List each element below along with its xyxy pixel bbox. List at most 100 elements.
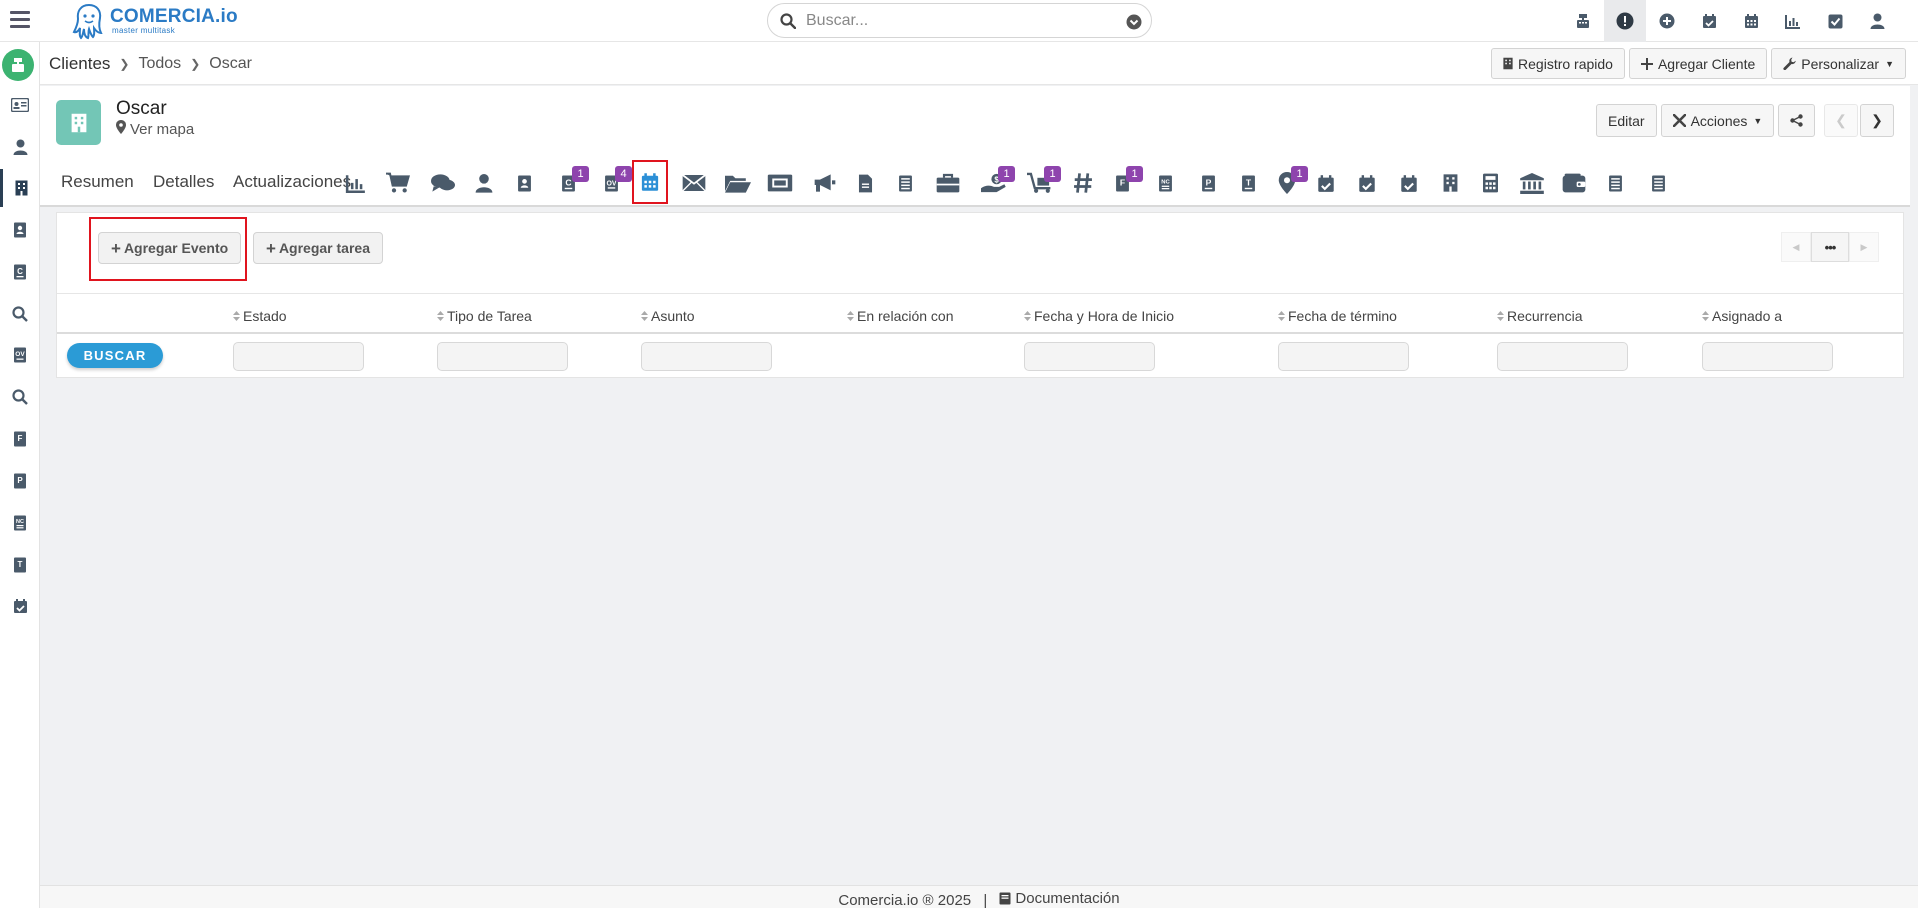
search-button[interactable]: BUSCAR bbox=[67, 343, 163, 368]
tab-hand-money-icon[interactable]: $1 bbox=[976, 164, 1015, 202]
alert-icon[interactable] bbox=[1604, 0, 1646, 42]
search-doc-icon[interactable] bbox=[0, 378, 40, 416]
tab-detalles[interactable]: Detalles bbox=[153, 172, 214, 192]
search-icon[interactable] bbox=[0, 295, 40, 333]
sales-order-icon[interactable]: OV bbox=[0, 336, 40, 374]
tab-bar-chart-icon[interactable] bbox=[338, 164, 374, 202]
add-client-label: Agregar Cliente bbox=[1657, 55, 1756, 72]
map-link-label: Ver mapa bbox=[130, 120, 195, 138]
tab-resumen[interactable]: Resumen bbox=[61, 172, 134, 192]
tab-calendar-check-icon[interactable] bbox=[1391, 164, 1427, 202]
tab-user-icon[interactable] bbox=[466, 164, 502, 202]
column-header-fecha-termino[interactable]: Fecha de término bbox=[1278, 308, 1397, 324]
tab-megaphone-icon[interactable] bbox=[806, 164, 842, 202]
filter-tipo-tarea[interactable] bbox=[437, 342, 568, 371]
search-input[interactable] bbox=[806, 10, 1106, 32]
share-button[interactable] bbox=[1778, 104, 1816, 137]
next-page-button[interactable]: ▶ bbox=[1849, 232, 1879, 262]
tab-list-doc-icon[interactable] bbox=[887, 164, 923, 202]
map-link[interactable]: Ver mapa bbox=[116, 120, 194, 138]
app-logo[interactable]: COMERCIA.io master multitask bbox=[72, 2, 238, 40]
transfer-icon[interactable]: T bbox=[0, 546, 40, 584]
tab-quote-icon[interactable]: C1 bbox=[550, 164, 589, 202]
tab-map-pin-icon[interactable]: 1 bbox=[1269, 164, 1308, 202]
tab-invoice-icon[interactable]: F1 bbox=[1104, 164, 1143, 202]
tab-cart-flatbed-icon[interactable]: 1 bbox=[1022, 164, 1061, 202]
quick-register-button[interactable]: Registro rapido bbox=[1491, 48, 1625, 79]
prev-record-button[interactable]: ❮ bbox=[1824, 104, 1858, 137]
tab-list-doc-icon[interactable] bbox=[1597, 164, 1633, 202]
global-search[interactable] bbox=[767, 3, 1152, 38]
add-client-button[interactable]: Agregar Cliente bbox=[1628, 48, 1768, 79]
column-header-estado[interactable]: Estado bbox=[233, 308, 287, 324]
documentation-link[interactable]: Documentación bbox=[999, 890, 1120, 907]
user-icon[interactable] bbox=[0, 128, 40, 166]
contact-book-icon[interactable] bbox=[0, 211, 40, 249]
tab-credit-note-icon[interactable]: NC bbox=[1147, 164, 1183, 202]
tab-building-icon[interactable] bbox=[1432, 164, 1468, 202]
filter-fecha-inicio[interactable] bbox=[1024, 342, 1155, 371]
next-record-button[interactable]: ❯ bbox=[1860, 104, 1894, 137]
actions-dropdown[interactable]: Acciones ▼ bbox=[1660, 104, 1775, 137]
tab-calculator-icon[interactable] bbox=[1472, 164, 1508, 202]
tab-hashtag-icon[interactable] bbox=[1065, 164, 1101, 202]
chevron-down-circle-icon[interactable] bbox=[1126, 14, 1142, 30]
filter-recurrencia[interactable] bbox=[1497, 342, 1628, 371]
add-event-button[interactable]: + Agregar Evento bbox=[98, 232, 242, 264]
tab-sales-order-icon[interactable]: OV 4 bbox=[593, 164, 632, 202]
checkbox-icon[interactable] bbox=[1814, 0, 1856, 42]
calendar-check-icon[interactable] bbox=[0, 587, 40, 625]
tab-purchase-icon[interactable]: P bbox=[1190, 164, 1226, 202]
map-marker-icon bbox=[116, 120, 126, 138]
tab-contact-book-icon[interactable] bbox=[506, 164, 542, 202]
edit-button[interactable]: Editar bbox=[1596, 104, 1657, 137]
tab-list-doc-icon[interactable] bbox=[1640, 164, 1676, 202]
filter-asunto[interactable] bbox=[641, 342, 772, 371]
column-header-recurrencia[interactable]: Recurrencia bbox=[1497, 308, 1582, 324]
tab-calendar-check-icon[interactable] bbox=[1308, 164, 1344, 202]
calendar-icon[interactable] bbox=[1730, 0, 1772, 42]
column-header-tipo-tarea[interactable]: Tipo de Tarea bbox=[437, 308, 532, 324]
tab-briefcase-icon[interactable] bbox=[930, 164, 966, 202]
tab-comments-icon[interactable] bbox=[425, 164, 461, 202]
calendar-check-icon[interactable] bbox=[1688, 0, 1730, 42]
more-options-button[interactable]: ••• bbox=[1811, 232, 1849, 262]
tab-ticket-icon[interactable] bbox=[762, 164, 798, 202]
invoice-icon[interactable]: F bbox=[0, 420, 40, 458]
prev-page-button[interactable]: ◀ bbox=[1781, 232, 1811, 262]
id-card-icon[interactable] bbox=[0, 86, 40, 124]
customize-button[interactable]: Personalizar ▼ bbox=[1771, 48, 1906, 79]
add-task-button[interactable]: + Agregar tarea bbox=[253, 232, 383, 264]
cash-register-home-icon[interactable] bbox=[2, 49, 34, 81]
quote-icon[interactable]: C bbox=[0, 253, 40, 291]
building-icon[interactable] bbox=[0, 169, 40, 207]
filter-fecha-termino[interactable] bbox=[1278, 342, 1409, 371]
tab-folder-open-icon[interactable] bbox=[720, 164, 756, 202]
column-header-asignado[interactable]: Asignado a bbox=[1702, 308, 1782, 324]
tab-document-icon[interactable] bbox=[847, 164, 883, 202]
breadcrumb-root[interactable]: Clientes bbox=[49, 54, 110, 74]
menu-icon[interactable] bbox=[10, 11, 30, 29]
cash-register-icon[interactable] bbox=[1562, 0, 1604, 42]
credit-note-icon[interactable]: NC bbox=[0, 504, 40, 542]
building-icon bbox=[1503, 57, 1513, 70]
column-header-fecha-inicio[interactable]: Fecha y Hora de Inicio bbox=[1024, 308, 1174, 324]
plus-circle-icon[interactable] bbox=[1646, 0, 1688, 42]
bar-chart-icon[interactable] bbox=[1772, 0, 1814, 42]
tab-actualizaciones[interactable]: Actualizaciones bbox=[233, 172, 351, 192]
tab-cart-icon[interactable] bbox=[380, 164, 416, 202]
tab-envelope-icon[interactable] bbox=[676, 164, 712, 202]
tab-transfer-icon[interactable]: T bbox=[1230, 164, 1266, 202]
tab-wallet-icon[interactable] bbox=[1556, 164, 1592, 202]
column-header-asunto[interactable]: Asunto bbox=[641, 308, 695, 324]
filter-asignado[interactable] bbox=[1702, 342, 1833, 371]
tab-calendar-icon[interactable] bbox=[632, 160, 668, 204]
purchase-icon[interactable]: P bbox=[0, 462, 40, 500]
tab-calendar-check-icon[interactable] bbox=[1349, 164, 1385, 202]
filter-estado[interactable] bbox=[233, 342, 364, 371]
column-header-en-relacion[interactable]: En relación con bbox=[847, 308, 954, 324]
breadcrumb-item[interactable]: Todos bbox=[138, 55, 181, 73]
user-icon[interactable] bbox=[1856, 0, 1898, 42]
chevron-left-icon: ❮ bbox=[1835, 112, 1847, 128]
tab-bank-icon[interactable] bbox=[1514, 164, 1550, 202]
